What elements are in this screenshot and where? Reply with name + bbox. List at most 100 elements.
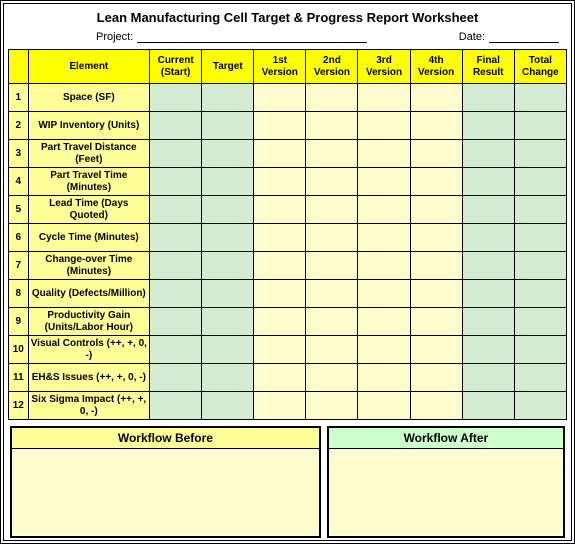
data-cell[interactable]	[254, 224, 306, 252]
data-cell[interactable]	[358, 168, 410, 196]
data-cell[interactable]	[358, 364, 410, 392]
data-cell[interactable]	[306, 280, 358, 308]
data-cell[interactable]	[150, 364, 202, 392]
data-cell[interactable]	[514, 140, 566, 168]
data-cell[interactable]	[358, 196, 410, 224]
data-cell[interactable]	[306, 364, 358, 392]
data-cell[interactable]	[254, 308, 306, 336]
data-cell[interactable]	[150, 140, 202, 168]
data-cell[interactable]	[202, 84, 254, 112]
data-cell[interactable]	[514, 252, 566, 280]
data-cell[interactable]	[254, 392, 306, 420]
data-cell[interactable]	[306, 392, 358, 420]
data-cell[interactable]	[514, 308, 566, 336]
data-cell[interactable]	[410, 196, 462, 224]
data-cell[interactable]	[202, 308, 254, 336]
data-cell[interactable]	[306, 336, 358, 364]
data-cell[interactable]	[306, 140, 358, 168]
data-cell[interactable]	[358, 112, 410, 140]
data-cell[interactable]	[358, 224, 410, 252]
data-cell[interactable]	[150, 112, 202, 140]
data-cell[interactable]	[462, 280, 514, 308]
data-cell[interactable]	[514, 84, 566, 112]
data-cell[interactable]	[410, 224, 462, 252]
data-cell[interactable]	[462, 392, 514, 420]
data-cell[interactable]	[254, 252, 306, 280]
data-cell[interactable]	[410, 336, 462, 364]
data-cell[interactable]	[514, 112, 566, 140]
data-cell[interactable]	[410, 168, 462, 196]
data-cell[interactable]	[150, 84, 202, 112]
data-cell[interactable]	[202, 140, 254, 168]
data-cell[interactable]	[410, 308, 462, 336]
data-cell[interactable]	[306, 168, 358, 196]
data-cell[interactable]	[358, 308, 410, 336]
data-cell[interactable]	[254, 84, 306, 112]
data-cell[interactable]	[254, 280, 306, 308]
data-cell[interactable]	[202, 168, 254, 196]
data-cell[interactable]	[462, 196, 514, 224]
data-cell[interactable]	[306, 252, 358, 280]
data-cell[interactable]	[306, 224, 358, 252]
data-cell[interactable]	[254, 364, 306, 392]
data-cell[interactable]	[410, 252, 462, 280]
data-cell[interactable]	[462, 336, 514, 364]
data-cell[interactable]	[462, 224, 514, 252]
data-cell[interactable]	[514, 280, 566, 308]
data-cell[interactable]	[254, 140, 306, 168]
data-cell[interactable]	[462, 84, 514, 112]
workflow-before-body[interactable]	[12, 449, 319, 535]
data-cell[interactable]	[202, 336, 254, 364]
data-cell[interactable]	[514, 392, 566, 420]
data-cell[interactable]	[410, 392, 462, 420]
data-cell[interactable]	[150, 308, 202, 336]
data-cell[interactable]	[150, 252, 202, 280]
data-cell[interactable]	[150, 168, 202, 196]
data-cell[interactable]	[462, 308, 514, 336]
data-cell[interactable]	[150, 280, 202, 308]
data-cell[interactable]	[254, 112, 306, 140]
data-cell[interactable]	[306, 308, 358, 336]
data-cell[interactable]	[202, 112, 254, 140]
data-cell[interactable]	[410, 140, 462, 168]
data-cell[interactable]	[410, 280, 462, 308]
date-input-line[interactable]	[489, 29, 559, 43]
data-cell[interactable]	[202, 392, 254, 420]
data-cell[interactable]	[306, 112, 358, 140]
data-cell[interactable]	[358, 140, 410, 168]
workflow-after-body[interactable]	[329, 449, 563, 535]
data-cell[interactable]	[514, 168, 566, 196]
data-cell[interactable]	[150, 224, 202, 252]
data-cell[interactable]	[150, 392, 202, 420]
data-cell[interactable]	[254, 336, 306, 364]
data-cell[interactable]	[410, 364, 462, 392]
data-cell[interactable]	[410, 112, 462, 140]
data-cell[interactable]	[514, 196, 566, 224]
data-cell[interactable]	[462, 168, 514, 196]
data-cell[interactable]	[358, 252, 410, 280]
data-cell[interactable]	[150, 196, 202, 224]
data-cell[interactable]	[462, 112, 514, 140]
data-cell[interactable]	[358, 280, 410, 308]
data-cell[interactable]	[462, 252, 514, 280]
project-input-line[interactable]	[137, 29, 367, 43]
data-cell[interactable]	[306, 196, 358, 224]
data-cell[interactable]	[202, 364, 254, 392]
data-cell[interactable]	[202, 224, 254, 252]
data-cell[interactable]	[514, 364, 566, 392]
data-cell[interactable]	[254, 196, 306, 224]
data-cell[interactable]	[358, 392, 410, 420]
data-cell[interactable]	[150, 336, 202, 364]
data-cell[interactable]	[202, 280, 254, 308]
data-cell[interactable]	[358, 84, 410, 112]
data-cell[interactable]	[462, 140, 514, 168]
data-cell[interactable]	[410, 84, 462, 112]
data-cell[interactable]	[306, 84, 358, 112]
data-cell[interactable]	[514, 336, 566, 364]
data-cell[interactable]	[358, 336, 410, 364]
data-cell[interactable]	[514, 224, 566, 252]
data-cell[interactable]	[462, 364, 514, 392]
data-cell[interactable]	[202, 196, 254, 224]
data-cell[interactable]	[202, 252, 254, 280]
data-cell[interactable]	[254, 168, 306, 196]
